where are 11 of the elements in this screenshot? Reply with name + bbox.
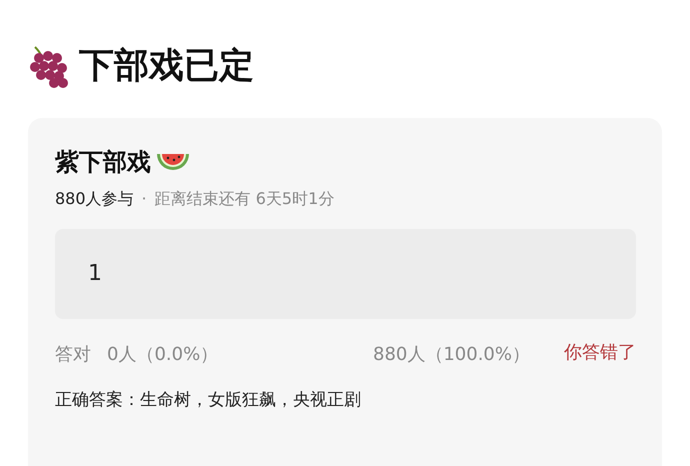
page-title: 下部戏已定 (79, 45, 254, 87)
correct-count: 0人（0.0%） (107, 342, 218, 367)
separator-dot: · (142, 188, 147, 210)
wrong-count: 880人（100.0%） (373, 342, 530, 367)
answer-text: 1 (88, 260, 102, 288)
participant-count: 880人参与 (55, 188, 134, 210)
countdown-text: 距离结束还有 6天5时1分 (154, 188, 334, 210)
correct-answer-text: 正确答案：生命树，女版狂飙，央视正剧 (55, 388, 362, 412)
poll-title: 紫下部戏 (55, 148, 151, 177)
correct-label: 答对 (55, 342, 91, 367)
result-text: 你答错了 (564, 340, 636, 364)
